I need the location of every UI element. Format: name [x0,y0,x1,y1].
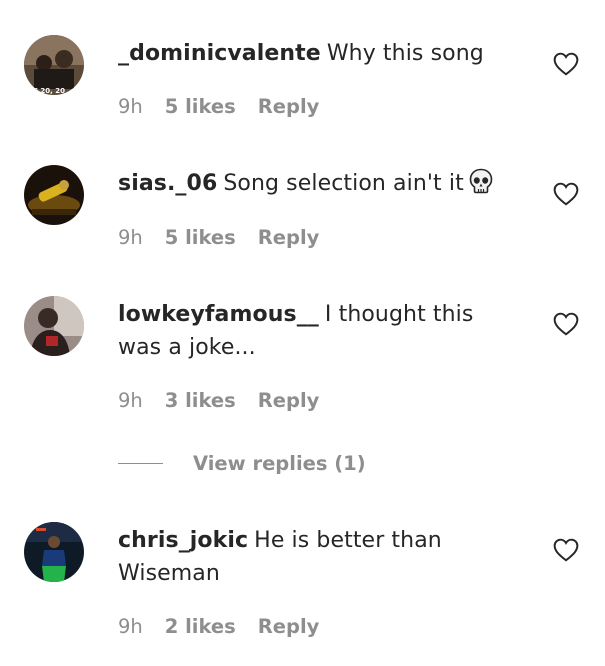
comment-meta: 9h 5 likes Reply [118,226,319,249]
comment-meta: 9h 3 likes Reply [118,389,319,412]
reply-button[interactable]: Reply [258,389,320,412]
avatar-caption: FC 20, 20 [28,87,65,95]
comment-username[interactable]: sias._06 [118,171,217,196]
avatar[interactable] [24,165,84,225]
likes-count[interactable]: 5 likes [165,226,236,249]
comment-text: chris_jokic He is better than Wiseman [118,524,498,590]
comment-username[interactable]: chris_jokic [118,528,248,553]
comment-meta: 9h 5 likes Reply [118,95,319,118]
likes-count[interactable]: 3 likes [165,389,236,412]
comment-time: 9h [118,95,143,118]
avatar[interactable] [24,296,84,356]
reply-button[interactable]: Reply [258,615,320,638]
comment-text: _dominicvalente Why this song [118,37,518,70]
avatar[interactable] [24,522,84,582]
skull-emoji [468,168,494,204]
likes-count[interactable]: 2 likes [165,615,236,638]
comment-body: Why this song [326,41,484,66]
heart-icon[interactable] [553,182,579,206]
heart-icon[interactable] [553,312,579,336]
comment-time: 9h [118,615,143,638]
heart-icon[interactable] [553,52,579,76]
reply-button[interactable]: Reply [258,95,320,118]
likes-count[interactable]: 5 likes [165,95,236,118]
comment-body: Song selection ain't it [223,171,464,196]
comment-meta: 9h 2 likes Reply [118,615,319,638]
comment-time: 9h [118,226,143,249]
comment-text: lowkeyfamous__ I thought this was a joke.… [118,298,498,364]
reply-button[interactable]: Reply [258,226,320,249]
avatar[interactable]: FC 20, 20 [24,35,84,95]
comment-username[interactable]: _dominicvalente [118,41,321,66]
view-replies-label: View replies (1) [193,452,366,475]
comment-text: sias._06 Song selection ain't it [118,167,518,204]
view-replies-button[interactable]: View replies (1) [118,452,366,475]
heart-icon[interactable] [553,538,579,562]
comment-username[interactable]: lowkeyfamous__ [118,302,319,327]
view-replies-divider [118,463,163,464]
comment-time: 9h [118,389,143,412]
